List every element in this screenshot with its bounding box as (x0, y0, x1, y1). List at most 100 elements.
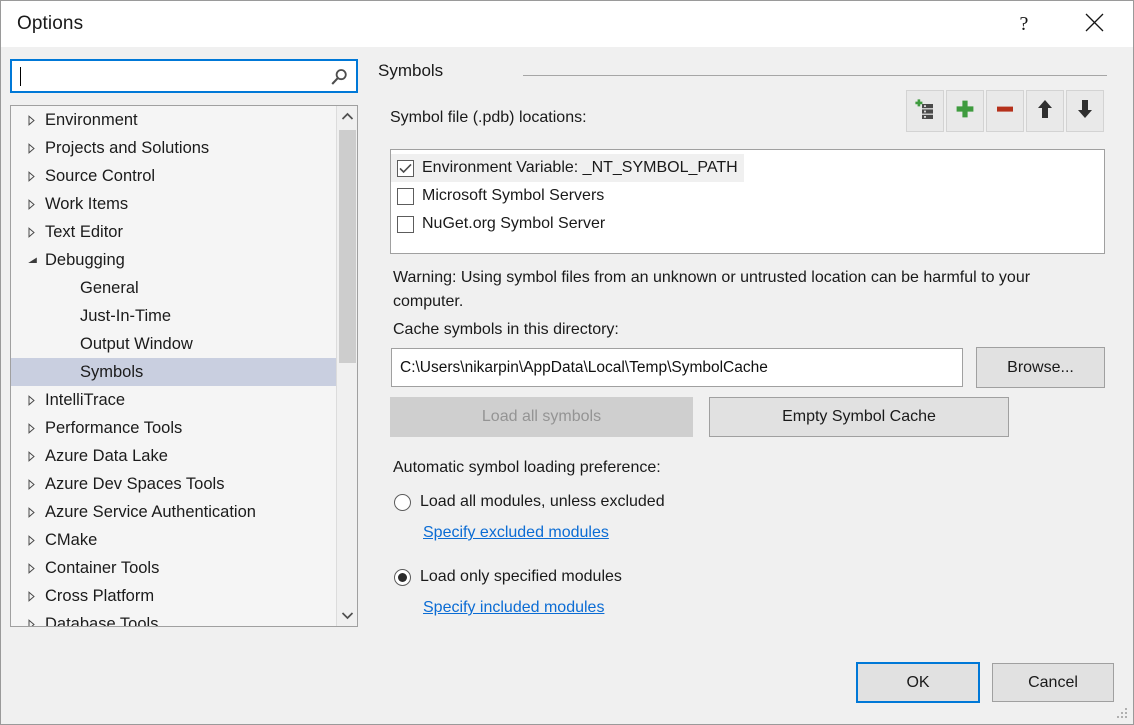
tree-item-label: Debugging (45, 251, 125, 270)
radio-load-all-modules[interactable]: Load all modules, unless excluded (394, 493, 665, 511)
radio-load-only-specified-modules[interactable]: Load only specified modules (394, 568, 622, 586)
resize-grip[interactable] (1116, 707, 1129, 720)
tree-item-debugging[interactable]: Debugging (11, 246, 336, 274)
tree-item-label: Output Window (80, 335, 193, 354)
page-title: Options (17, 13, 83, 35)
expander-collapsed-icon[interactable] (27, 479, 45, 490)
tree-item-symbols[interactable]: Symbols (11, 358, 336, 386)
expander-collapsed-icon[interactable] (27, 591, 45, 602)
load-all-symbols-button[interactable]: Load all symbols (390, 397, 693, 437)
tree-item-azure-data-lake[interactable]: Azure Data Lake (11, 442, 336, 470)
cache-directory-field[interactable] (391, 348, 963, 387)
tree-item-label: Work Items (45, 195, 128, 214)
expander-collapsed-icon[interactable] (27, 199, 45, 210)
tree-item-general[interactable]: General (11, 274, 336, 302)
expander-collapsed-icon[interactable] (27, 535, 45, 546)
tree-item-text-editor[interactable]: Text Editor (11, 218, 336, 246)
symbol-location-label: Microsoft Symbol Servers (422, 187, 604, 205)
tree-item-label: Azure Service Authentication (45, 503, 256, 522)
question-mark-icon: ? (1020, 13, 1029, 36)
plus-icon (954, 98, 976, 125)
symbol-locations-list[interactable]: Environment Variable: _NT_SYMBOL_PATH Mic… (390, 149, 1105, 254)
tree-item-label: Symbols (80, 363, 143, 382)
auto-symbol-loading-label: Automatic symbol loading preference: (393, 459, 661, 477)
new-symbol-server-location-button[interactable] (906, 90, 944, 132)
arrow-up-icon (1035, 98, 1055, 125)
scroll-down-icon[interactable] (337, 605, 357, 626)
checkbox-unchecked-icon[interactable] (397, 188, 414, 205)
expander-collapsed-icon[interactable] (27, 227, 45, 238)
tree-item-label: Environment (45, 111, 138, 130)
close-icon (1085, 13, 1104, 35)
radio-load-only-specified-modules-label: Load only specified modules (420, 568, 622, 586)
radio-circle-selected-icon (394, 569, 411, 586)
tree-item-environment[interactable]: Environment (11, 106, 336, 134)
cache-directory-label: Cache symbols in this directory: (393, 321, 619, 339)
tree-item-label: IntelliTrace (45, 391, 125, 410)
options-dialog: Options ? Environment Projects and Soluti… (0, 0, 1134, 725)
tree-item-intellitrace[interactable]: IntelliTrace (11, 386, 336, 414)
checkbox-unchecked-icon[interactable] (397, 216, 414, 233)
expander-collapsed-icon[interactable] (27, 619, 45, 627)
tree-item-label: Container Tools (45, 559, 159, 578)
expander-collapsed-icon[interactable] (27, 423, 45, 434)
expander-collapsed-icon[interactable] (27, 143, 45, 154)
scrollbar-thumb[interactable] (339, 130, 356, 363)
tree-item-work-items[interactable]: Work Items (11, 190, 336, 218)
tree-item-azure-dev-spaces-tools[interactable]: Azure Dev Spaces Tools (11, 470, 336, 498)
symbol-location-label: Environment Variable: _NT_SYMBOL_PATH (422, 159, 738, 177)
tree-item-cross-platform[interactable]: Cross Platform (11, 582, 336, 610)
specify-included-modules-link[interactable]: Specify included modules (423, 599, 604, 617)
tree-item-output-window[interactable]: Output Window (11, 330, 336, 358)
browse-button[interactable]: Browse... (976, 347, 1105, 388)
tree-item-container-tools[interactable]: Container Tools (11, 554, 336, 582)
scroll-up-icon[interactable] (337, 106, 357, 127)
tree-item-cmake[interactable]: CMake (11, 526, 336, 554)
tree-item-label: Source Control (45, 167, 155, 186)
symbol-warning-text: Warning: Using symbol files from an unkn… (393, 266, 1093, 314)
expander-collapsed-icon[interactable] (27, 451, 45, 462)
remove-location-button[interactable] (986, 90, 1024, 132)
tree-item-just-in-time[interactable]: Just-In-Time (11, 302, 336, 330)
help-button[interactable]: ? (1001, 1, 1047, 47)
cancel-button[interactable]: Cancel (992, 663, 1114, 702)
panel-heading-rule (523, 75, 1107, 76)
specify-excluded-modules-link[interactable]: Specify excluded modules (423, 524, 609, 542)
tree-item-label: CMake (45, 531, 97, 550)
expander-collapsed-icon[interactable] (27, 563, 45, 574)
tree-item-label: Cross Platform (45, 587, 154, 606)
tree-item-label: Just-In-Time (80, 307, 171, 326)
search-input[interactable] (18, 61, 322, 93)
tree-item-source-control[interactable]: Source Control (11, 162, 336, 190)
move-up-button[interactable] (1026, 90, 1064, 132)
tree-item-projects-and-solutions[interactable]: Projects and Solutions (11, 134, 336, 162)
add-location-button[interactable] (946, 90, 984, 132)
expander-collapsed-icon[interactable] (27, 507, 45, 518)
checkbox-checked-icon[interactable] (397, 160, 414, 177)
empty-symbol-cache-button[interactable]: Empty Symbol Cache (709, 397, 1009, 437)
search-icon (329, 67, 349, 87)
cache-directory-input[interactable] (392, 349, 962, 386)
symbol-locations-label: Symbol file (.pdb) locations: (390, 109, 587, 127)
search-box[interactable] (10, 59, 358, 93)
expander-collapsed-icon[interactable] (27, 171, 45, 182)
title-bar: Options ? (1, 1, 1134, 47)
panel-heading: Symbols (378, 61, 443, 81)
symbol-location-row[interactable]: Microsoft Symbol Servers (391, 182, 604, 210)
tree-item-azure-service-authentication[interactable]: Azure Service Authentication (11, 498, 336, 526)
symbol-location-row[interactable]: NuGet.org Symbol Server (391, 210, 605, 238)
tree-item-label: Text Editor (45, 223, 123, 242)
symbol-location-row[interactable]: Environment Variable: _NT_SYMBOL_PATH (391, 154, 744, 182)
expander-collapsed-icon[interactable] (27, 395, 45, 406)
expander-collapsed-icon[interactable] (27, 115, 45, 126)
arrow-down-icon (1075, 98, 1095, 125)
tree-item-label: General (80, 279, 139, 298)
tree-item-database-tools[interactable]: Database Tools (11, 610, 336, 626)
expander-expanded-icon[interactable] (27, 256, 45, 265)
tree-item-label: Performance Tools (45, 419, 182, 438)
move-down-button[interactable] (1066, 90, 1104, 132)
tree-scrollbar[interactable] (336, 106, 357, 626)
ok-button[interactable]: OK (856, 662, 980, 703)
close-button[interactable] (1071, 1, 1117, 47)
tree-item-performance-tools[interactable]: Performance Tools (11, 414, 336, 442)
